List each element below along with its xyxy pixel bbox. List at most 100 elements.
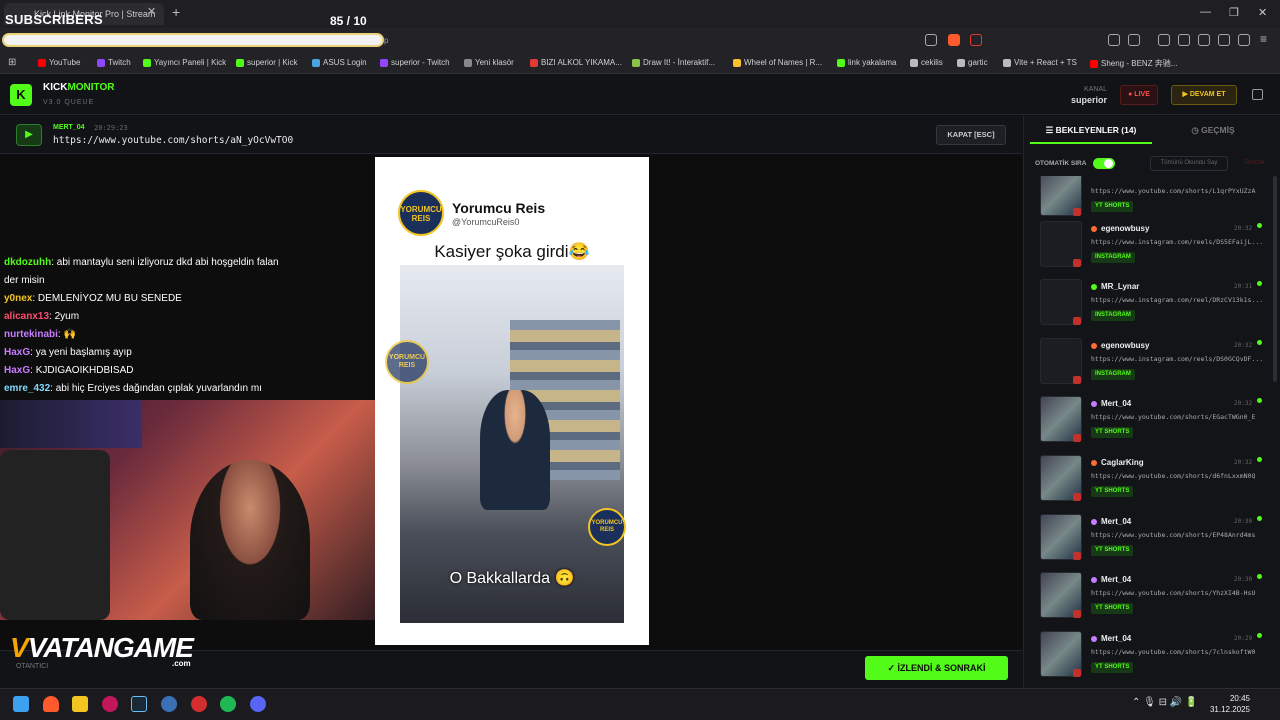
system-tray[interactable]: ⌃ 🎙 ⊟ 🔊 🔋 — [1132, 697, 1197, 708]
brave-rewards-icon[interactable] — [970, 34, 982, 46]
queue-item[interactable]: https://www.youtube.com/shorts/L1qrPYxUZ… — [1032, 176, 1268, 222]
queue-item[interactable]: MR_Lynar 20:31 https://www.instagram.com/r… — [1032, 279, 1268, 331]
tab-queue-label: BEKLEYENLER (14) — [1055, 125, 1137, 135]
queue-time: 20:32 — [1234, 342, 1253, 349]
subscribers-counter: 85 / 10 — [330, 14, 367, 28]
bookmark-item[interactable]: cekilis — [910, 58, 943, 67]
vpn-icon[interactable] — [1238, 34, 1250, 46]
status-dot — [1257, 457, 1262, 462]
queue-user: Mert_04 — [1091, 399, 1131, 408]
status-dot — [1257, 633, 1262, 638]
bookmark-label: Yeni klasör — [475, 58, 514, 67]
tab-queue[interactable]: ☰ BEKLEYENLER (14) — [1030, 116, 1152, 144]
tab-history[interactable]: ◷ GEÇMİŞ — [1152, 116, 1274, 144]
bookmark-item[interactable]: Sheng - BENZ 奔驰... — [1090, 58, 1177, 69]
app-icon[interactable] — [161, 696, 177, 712]
popout-icon[interactable] — [1252, 89, 1263, 100]
now-playing-user: MERT_04 — [53, 124, 85, 131]
close-video-button[interactable]: KAPAT [ESC] — [936, 125, 1006, 145]
mark-all-read-button[interactable]: Tümünü Okundu Say — [1150, 156, 1228, 171]
bookmark-icon — [530, 58, 538, 67]
bookmark-item[interactable]: link yakalama — [837, 58, 896, 67]
bookmark-label: Vite + React + TS — [1014, 58, 1077, 67]
queue-item[interactable]: CaglarKing 20:32 https://www.youtube.com/s… — [1032, 455, 1268, 507]
continue-button[interactable]: ▶ DEVAM ET — [1171, 85, 1237, 105]
bookmark-item[interactable]: gartic — [957, 58, 988, 67]
queue-user: Mert_04 — [1091, 634, 1131, 643]
bookmark-label: gartic — [968, 58, 988, 67]
watched-next-button[interactable]: ✓ İZLENDİ & SONRAKİ — [865, 656, 1008, 680]
spotify-icon[interactable] — [220, 696, 236, 712]
extensions-icon[interactable] — [1108, 34, 1120, 46]
brave-icon[interactable] — [43, 696, 59, 712]
platform-icon — [1073, 434, 1081, 442]
tab-close-icon[interactable]: ✕ — [147, 5, 156, 18]
music-icon[interactable] — [1158, 34, 1170, 46]
bookmark-item[interactable]: Vite + React + TS — [1003, 58, 1077, 67]
chat-message: HaxG: KJDIGAOIKHDBISAD — [0, 362, 380, 380]
new-tab-button[interactable]: + — [172, 4, 180, 20]
bookmark-item[interactable]: BIZI ALKOL YIKAMA... — [530, 58, 622, 67]
bookmark-icon — [380, 58, 388, 67]
bookmark-item[interactable]: Twitch — [97, 58, 131, 67]
bookmark-icon — [1090, 59, 1098, 68]
sidebar-icon[interactable] — [1178, 34, 1190, 46]
clock-time[interactable]: 20:45 — [1220, 694, 1250, 703]
clock-date[interactable]: 31.12.2025 — [1205, 705, 1250, 714]
bookmark-item[interactable]: ASUS Login — [312, 58, 367, 67]
status-dot — [1257, 398, 1262, 403]
bookmark-icon — [957, 58, 965, 67]
discord-icon[interactable] — [250, 696, 266, 712]
queue-item[interactable]: Mert_04 20:30 https://www.youtube.com/shor… — [1032, 514, 1268, 566]
apps-grid-icon[interactable]: ⊞ — [8, 57, 16, 68]
queue-scrollbar[interactable] — [1273, 176, 1277, 382]
windows-start-icon[interactable] — [13, 696, 29, 712]
queue-time: 20:32 — [1234, 459, 1253, 466]
file-explorer-icon[interactable] — [72, 696, 88, 712]
now-playing-url[interactable]: https://www.youtube.com/shorts/aN_yOcVwT… — [53, 135, 293, 146]
maps-icon[interactable] — [102, 696, 118, 712]
queue-item[interactable]: Mert_04 20:32 https://www.youtube.com/shor… — [1032, 396, 1268, 448]
chat-message: alicanx13: 2yum — [0, 308, 380, 326]
screenshot-icon[interactable] — [1128, 34, 1140, 46]
bookmark-item[interactable]: superior - Twitch — [380, 58, 450, 67]
queue-user: CaglarKing — [1091, 458, 1144, 467]
bookmark-item[interactable]: Wheel of Names | R... — [733, 58, 822, 67]
queue-item[interactable]: egenowbusy 20:32 https://www.instagram.com… — [1032, 221, 1268, 273]
brave-shield-icon[interactable] — [948, 34, 960, 46]
queue-url: https://www.youtube.com/shorts/d6fnLxxmN… — [1091, 472, 1256, 480]
leo-ai-icon[interactable] — [1218, 34, 1230, 46]
queue-item[interactable]: Mert_04 20:30 https://www.youtube.com/shor… — [1032, 572, 1268, 624]
menu-icon[interactable]: ≡ — [1260, 32, 1267, 46]
queue-item[interactable]: Mert_04 20:29 https://www.youtube.com/shor… — [1032, 631, 1268, 683]
bookmark-label: Sheng - BENZ 奔驰... — [1101, 59, 1178, 68]
bookmark-item[interactable]: superior | Kick — [236, 58, 298, 67]
user-badge-icon — [1091, 518, 1097, 525]
maximize-button[interactable]: ❐ — [1229, 6, 1239, 19]
auto-queue-label: OTOMATİK SIRA — [1035, 160, 1087, 167]
queue-item[interactable]: egenowbusy 20:32 https://www.instagram.com… — [1032, 338, 1268, 390]
bookmark-item[interactable]: Yayıncı Paneli | Kick — [143, 58, 226, 67]
address-input[interactable] — [2, 33, 384, 47]
status-dot — [1257, 281, 1262, 286]
queue-url: https://www.youtube.com/shorts/7clnskoft… — [1091, 648, 1256, 656]
bookmark-icon — [733, 58, 741, 67]
chat-text: 🙌 — [63, 329, 76, 340]
clear-all-button[interactable]: Temizle — [1236, 156, 1272, 171]
minimize-button[interactable]: — — [1200, 6, 1211, 18]
window-close-button[interactable]: ✕ — [1258, 6, 1267, 19]
chat-text: abi mantaylu seni izliyoruz dkd abi hoşg… — [56, 257, 279, 268]
wallet-icon[interactable] — [1198, 34, 1210, 46]
share-icon[interactable] — [925, 34, 937, 46]
platform-icon — [1073, 493, 1081, 501]
bookmark-item[interactable]: YouTube — [38, 58, 80, 67]
bookmark-icon — [910, 58, 918, 67]
status-dot — [1257, 574, 1262, 579]
bookmark-icon — [632, 58, 640, 67]
steam-icon[interactable] — [131, 696, 147, 712]
bookmark-icon — [143, 58, 151, 67]
live-button[interactable]: ● LIVE — [1120, 85, 1158, 105]
bookmark-item[interactable]: Draw It! - İnteraktif... — [632, 58, 715, 67]
game-launcher-icon[interactable] — [191, 696, 207, 712]
bookmark-item[interactable]: Yeni klasör — [464, 58, 514, 67]
